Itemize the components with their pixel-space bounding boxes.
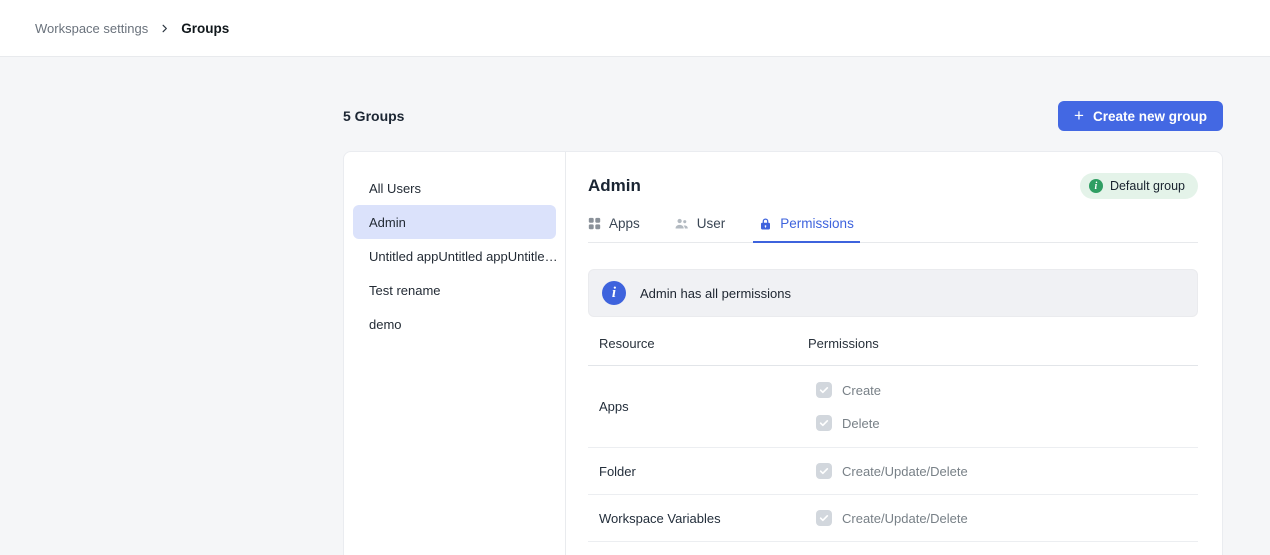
- groups-count-label: 5 Groups: [343, 108, 404, 124]
- lock-icon: [759, 217, 772, 231]
- groups-toolbar: 5 Groups + Create new group: [343, 101, 1223, 131]
- group-item-demo[interactable]: demo: [353, 307, 556, 341]
- tab-user-label: User: [697, 216, 726, 231]
- tab-apps-label: Apps: [609, 216, 640, 231]
- table-row-folder: Folder Create/Update/Delete: [588, 448, 1198, 495]
- apps-grid-icon: [588, 217, 601, 230]
- group-detail-header: Admin i Default group: [588, 173, 1198, 199]
- group-title: Admin: [588, 176, 641, 196]
- table-row-workspace-variables: Workspace Variables Create/Update/Delete: [588, 495, 1198, 542]
- permission-delete-label: Delete: [842, 416, 880, 431]
- checkbox-checked-disabled-icon[interactable]: [816, 382, 832, 398]
- breadcrumb-workspace-settings[interactable]: Workspace settings: [35, 21, 148, 36]
- info-icon: i: [1089, 179, 1103, 193]
- groups-page: 5 Groups + Create new group All Users Ad…: [343, 101, 1223, 555]
- resource-name: Folder: [599, 464, 808, 479]
- permission-folder-cud-label: Create/Update/Delete: [842, 464, 968, 479]
- permission-workspace-variables-cud: Create/Update/Delete: [816, 510, 1198, 526]
- chevron-right-icon: [159, 23, 170, 34]
- tab-permissions-label: Permissions: [780, 216, 854, 231]
- table-row-apps: Apps Create Delete: [588, 366, 1198, 448]
- checkbox-checked-disabled-icon[interactable]: [816, 463, 832, 479]
- permission-workspace-variables-cud-label: Create/Update/Delete: [842, 511, 968, 526]
- info-icon: i: [602, 281, 626, 305]
- groups-sidebar-list: All Users Admin Untitled appUntitled app…: [344, 152, 566, 555]
- group-item-all-users[interactable]: All Users: [353, 171, 556, 205]
- permission-folder-cud: Create/Update/Delete: [816, 463, 1198, 479]
- resource-column-header: Resource: [599, 336, 808, 351]
- permission-create: Create: [816, 382, 1198, 398]
- group-detail-tabs: Apps User Permissions: [588, 216, 1198, 243]
- users-icon: [674, 216, 689, 231]
- group-detail-panel: Admin i Default group Apps User: [566, 152, 1222, 555]
- top-header-bar: Workspace settings Groups: [0, 0, 1270, 57]
- tab-apps[interactable]: Apps: [588, 216, 640, 242]
- create-new-group-label: Create new group: [1093, 109, 1207, 124]
- permissions-info-banner: i Admin has all permissions: [588, 269, 1198, 317]
- plus-icon: +: [1074, 107, 1084, 124]
- checkbox-checked-disabled-icon[interactable]: [816, 510, 832, 526]
- groups-card: All Users Admin Untitled appUntitled app…: [343, 151, 1223, 555]
- resource-name: Apps: [599, 399, 808, 414]
- permissions-info-text: Admin has all permissions: [640, 286, 791, 301]
- permissions-table: Resource Permissions Apps Create: [588, 317, 1198, 542]
- group-item-test-rename[interactable]: Test rename: [353, 273, 556, 307]
- permission-create-label: Create: [842, 383, 881, 398]
- default-group-badge: i Default group: [1080, 173, 1198, 199]
- breadcrumb-groups: Groups: [181, 21, 229, 36]
- group-item-untitled-app[interactable]: Untitled appUntitled appUntitle…: [353, 239, 556, 273]
- tab-user[interactable]: User: [674, 216, 726, 242]
- checkbox-checked-disabled-icon[interactable]: [816, 415, 832, 431]
- resource-name: Workspace Variables: [599, 511, 808, 526]
- create-new-group-button[interactable]: + Create new group: [1058, 101, 1223, 131]
- permission-delete: Delete: [816, 415, 1198, 431]
- default-group-badge-label: Default group: [1110, 179, 1185, 193]
- group-item-admin[interactable]: Admin: [353, 205, 556, 239]
- permissions-table-header: Resource Permissions: [588, 317, 1198, 366]
- tab-permissions[interactable]: Permissions: [759, 216, 854, 242]
- permissions-column-header: Permissions: [808, 336, 1198, 351]
